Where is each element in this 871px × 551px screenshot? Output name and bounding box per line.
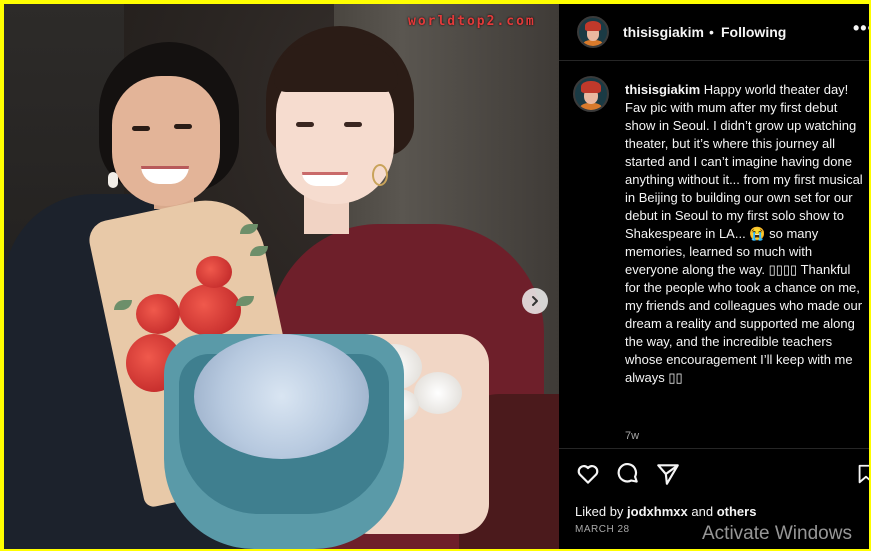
heart-icon[interactable]: [575, 461, 601, 487]
watermark-text: worldtop2.com: [408, 14, 536, 29]
daughter-eye: [344, 122, 362, 127]
windows-activation-watermark: Activate Windows: [702, 523, 852, 544]
rose: [136, 294, 180, 334]
post-side-panel: thisisgiakim • Following ••• thisisgiaki…: [559, 4, 869, 549]
caption-text: Happy world theater day! Fav pic with mu…: [625, 82, 863, 385]
caption-username[interactable]: thisisgiakim: [625, 82, 700, 97]
separator-dot: •: [709, 24, 714, 40]
rose: [179, 284, 241, 336]
send-paper-plane-icon[interactable]: [655, 461, 681, 487]
daughter-hoop-earring: [372, 164, 388, 186]
instagram-post-window: worldtop2.com thisisgiakim • Following •…: [4, 4, 869, 549]
likes-summary: Liked by jodxhmxx and others: [575, 504, 756, 519]
daughter-eye: [296, 122, 314, 127]
next-photo-button[interactable]: [522, 288, 548, 314]
more-dots-icon: •••: [853, 18, 869, 38]
author-username[interactable]: thisisgiakim: [623, 24, 704, 40]
post-photo[interactable]: worldtop2.com: [4, 4, 559, 549]
author-avatar[interactable]: [577, 16, 609, 48]
comment-bubble-icon[interactable]: [615, 461, 641, 487]
bookmark-icon[interactable]: [855, 461, 869, 487]
mother-eye: [132, 126, 150, 131]
liked-by-user[interactable]: jodxhmxx: [627, 504, 688, 519]
post-caption: thisisgiakim Happy world theater day! Fa…: [625, 81, 865, 387]
daughter-bangs: [274, 44, 398, 92]
chevron-right-icon: [532, 296, 538, 306]
mother-face: [112, 76, 220, 206]
hydrangea-flower: [194, 334, 369, 459]
mother-earring: [108, 172, 118, 188]
daughter-smile: [302, 172, 348, 186]
more-options-button[interactable]: •••: [853, 18, 869, 39]
caption-avatar[interactable]: [573, 76, 609, 112]
post-date: MARCH 28: [575, 524, 630, 535]
following-button[interactable]: Following: [721, 24, 786, 40]
mother-eye: [174, 124, 192, 129]
rose: [196, 256, 232, 288]
actions-divider: [559, 448, 869, 449]
post-time-ago[interactable]: 7w: [625, 430, 639, 442]
header-divider: [559, 60, 869, 61]
likes-prefix: Liked by: [575, 504, 624, 519]
likes-connector: and: [691, 504, 714, 519]
white-flower: [414, 372, 462, 414]
liked-by-others[interactable]: others: [717, 504, 757, 519]
